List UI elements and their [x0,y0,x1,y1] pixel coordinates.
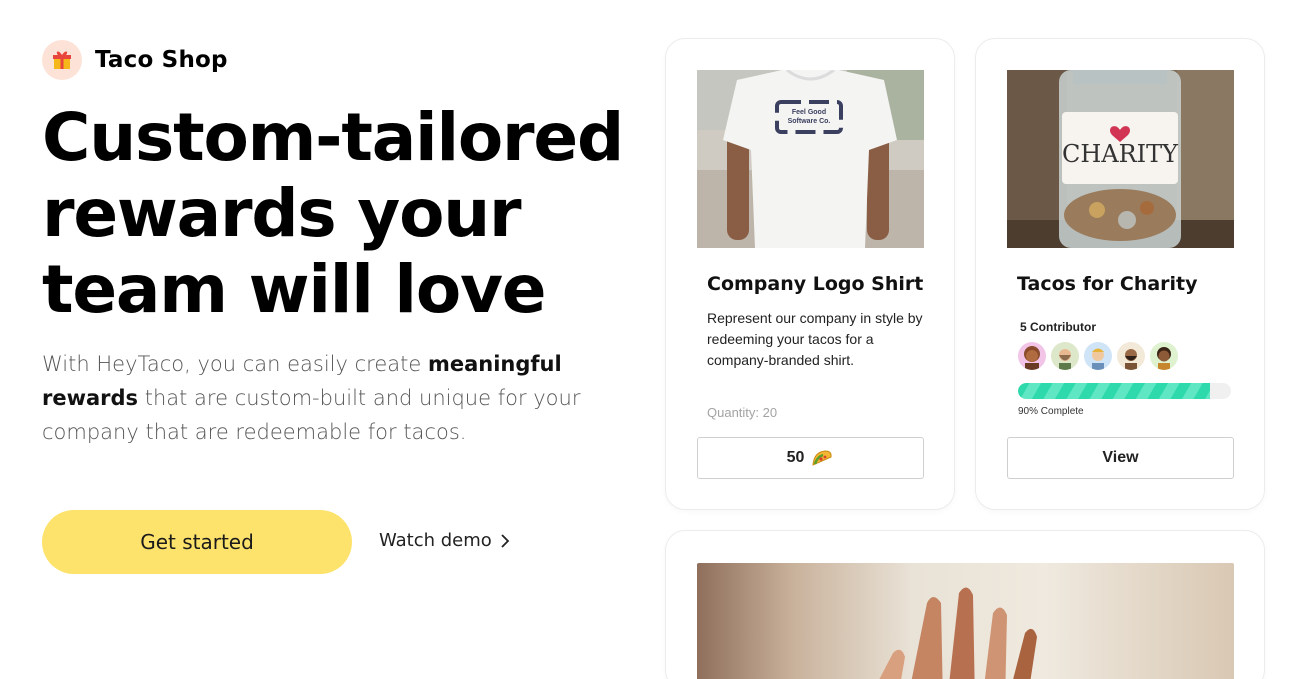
tshirt-photo: Feel Good Software Co. [697,70,924,248]
watch-demo-link[interactable]: Watch demo [379,530,510,551]
reward-card-charity[interactable]: CHARITY Tacos for Charity 5 Contributor … [975,38,1265,510]
price-label: 50 [786,449,805,466]
contributors-label: 5 Contributor [1020,320,1096,334]
contributor-avatars [1018,342,1183,370]
progress-bar [1018,383,1231,399]
card-title: Tacos for Charity [1017,273,1198,295]
brand[interactable]: Taco Shop [42,40,228,80]
headline-line-1: Custom-tailored [42,99,624,176]
redeem-button[interactable]: 50 [697,437,924,479]
headline-line-3: team will love [42,251,547,328]
gift-icon [42,40,82,80]
subtitle-text-1: With HeyTaco, you can easily create [42,352,428,376]
reward-card-teamwork[interactable] [665,530,1265,679]
avatar [1084,342,1112,370]
headline-line-2: rewards your [42,175,522,252]
hero-headline: Custom-tailored rewards your team will l… [42,100,642,328]
taco-icon [812,450,833,466]
avatar [1150,342,1178,370]
avatar [1051,342,1079,370]
chevron-right-icon [501,533,510,548]
avatar [1018,342,1046,370]
card-title: Company Logo Shirt [707,273,924,295]
watch-demo-label: Watch demo [379,530,492,551]
shirt-logo-line-1: Feel Good [792,109,826,116]
progress-fill [1018,383,1210,399]
card-description: Represent our company in style by redeem… [707,310,923,368]
view-button[interactable]: View [1007,437,1234,479]
get-started-button[interactable]: Get started [42,510,352,574]
quantity-label: Quantity: 20 [707,405,778,420]
jar-label: CHARITY [1062,140,1179,168]
charity-jar-photo: CHARITY [1007,70,1234,248]
hero-subtitle: With HeyTaco, you can easily create mean… [42,347,627,449]
progress-label: 90% Complete [1018,406,1084,417]
reward-card-shirt[interactable]: Feel Good Software Co. Company Logo Shir… [665,38,955,510]
high-five-photo [697,563,1234,679]
brand-name: Taco Shop [95,47,228,73]
shirt-logo-line-2: Software Co. [788,118,831,125]
avatar [1117,342,1145,370]
